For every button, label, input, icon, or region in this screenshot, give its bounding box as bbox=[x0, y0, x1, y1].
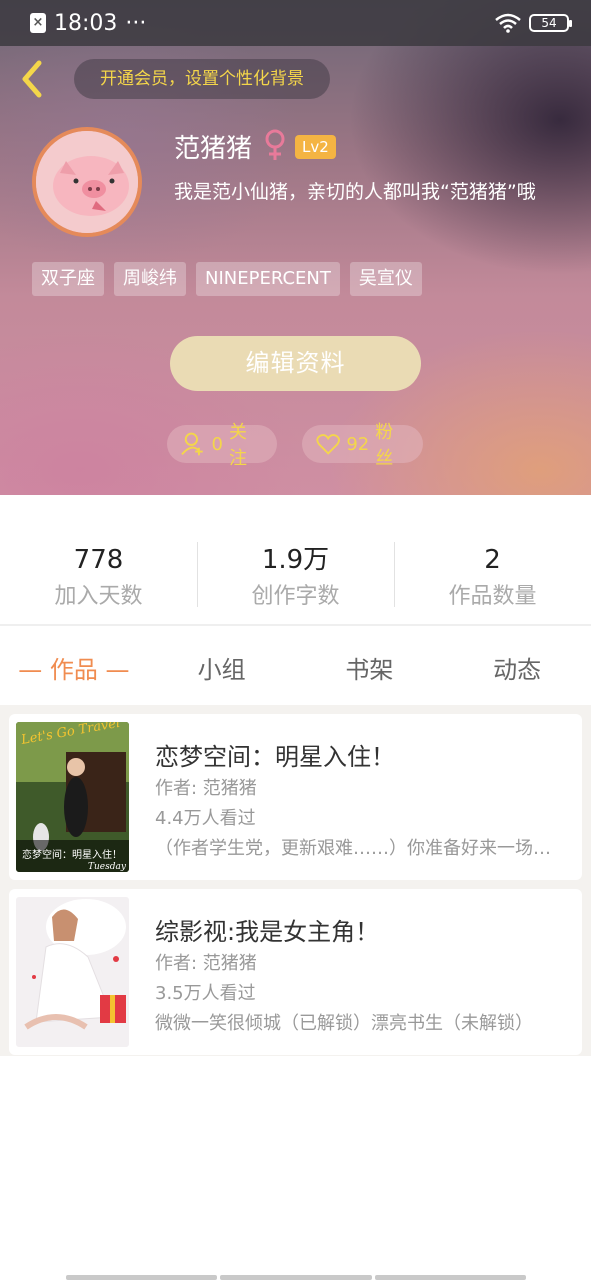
pig-avatar-icon bbox=[36, 131, 138, 233]
fans-button[interactable]: 92 粉丝 bbox=[302, 422, 423, 469]
work-author: 作者: 范猪猪 bbox=[155, 953, 257, 974]
user-bio: 我是范小仙猪，亲切的人都叫我“范猪猪”哦 bbox=[174, 181, 536, 203]
work-views: 4.4万人看过 bbox=[155, 808, 256, 829]
work-description: （作者学生党，更新艰难……）你准备好来一场恋梦之旅了吗？ bbox=[155, 838, 565, 859]
tab-works[interactable]: — 作品 — bbox=[0, 650, 148, 685]
following-count: 0 bbox=[211, 433, 223, 455]
book-cover bbox=[16, 897, 129, 1047]
tag-item[interactable]: 吴宣仪 bbox=[349, 262, 422, 296]
profile-header: × 18:03 ··· 54 开通会员，设置个性化背景 范猪猪 Lv2 我是范小… bbox=[0, 0, 591, 495]
vip-background-banner[interactable]: 开通会员，设置个性化背景 bbox=[74, 59, 330, 99]
stat-value: 778 bbox=[73, 545, 124, 575]
cover-image bbox=[16, 897, 129, 1047]
stat-works-count: 2 作品数量 bbox=[394, 530, 591, 620]
book-cover: Let's Go Travel 恋梦空间：明星入住！ Tuesday bbox=[16, 722, 129, 872]
tag-item[interactable]: 周峻纬 bbox=[114, 262, 186, 296]
list-item[interactable]: 综影视:我是女主角！ 作者: 范猪猪 3.5万人看过 微微一笑很倾城（已解锁）漂… bbox=[9, 889, 582, 1055]
stat-join-days: 778 加入天数 bbox=[0, 530, 197, 620]
following-label: 关注 bbox=[229, 422, 247, 469]
nav-segment[interactable] bbox=[66, 1275, 218, 1280]
battery-icon: 54 bbox=[529, 14, 572, 32]
cover-tag-text: Tuesday bbox=[88, 862, 127, 872]
work-title: 综影视:我是女主角！ bbox=[155, 918, 380, 946]
work-author: 作者: 范猪猪 bbox=[155, 778, 257, 799]
work-description: 微微一笑很倾城（已解锁）漂亮书生（未解锁） bbox=[155, 1013, 533, 1034]
nav-segment[interactable] bbox=[374, 1275, 526, 1280]
cover-title-text: 恋梦空间：明星入住！ bbox=[22, 848, 122, 861]
stat-value: 1.9万 bbox=[261, 545, 330, 575]
navigation-bar bbox=[66, 1275, 526, 1280]
fans-label: 粉丝 bbox=[375, 422, 394, 469]
tag-item[interactable]: NINEPERCENT bbox=[196, 262, 340, 296]
fans-count: 92 bbox=[346, 433, 370, 455]
edit-profile-button[interactable]: 编辑资料 bbox=[170, 336, 421, 391]
level-badge: Lv2 bbox=[295, 135, 336, 159]
interest-tags: 双子座 周峻纬 NINEPERCENT 吴宣仪 bbox=[32, 262, 422, 296]
username: 范猪猪 bbox=[174, 134, 253, 164]
tab-activity[interactable]: 动态 bbox=[443, 650, 591, 685]
back-button[interactable] bbox=[12, 56, 52, 102]
tag-item[interactable]: 双子座 bbox=[32, 262, 104, 296]
female-icon bbox=[265, 129, 285, 160]
nav-segment[interactable] bbox=[220, 1275, 372, 1280]
status-bar: × 18:03 ··· 54 bbox=[0, 0, 591, 46]
notification-icon: × bbox=[30, 13, 46, 33]
work-views: 3.5万人看过 bbox=[155, 983, 256, 1004]
divider bbox=[0, 624, 591, 626]
tab-groups[interactable]: 小组 bbox=[148, 650, 296, 685]
tab-bookshelf[interactable]: 书架 bbox=[296, 650, 444, 685]
stat-word-count: 1.9万 创作字数 bbox=[197, 530, 394, 620]
stat-value: 2 bbox=[484, 545, 501, 575]
profile-tabs: — 作品 — 小组 书架 动态 bbox=[0, 630, 591, 705]
user-plus-icon bbox=[181, 432, 203, 456]
chevron-left-icon bbox=[22, 60, 42, 98]
list-item[interactable]: Let's Go Travel 恋梦空间：明星入住！ Tuesday 恋梦空间：… bbox=[9, 714, 582, 880]
wifi-icon bbox=[495, 13, 521, 33]
cover-image: Let's Go Travel 恋梦空间：明星入住！ Tuesday bbox=[16, 722, 129, 872]
heart-icon bbox=[316, 434, 340, 455]
stat-label: 加入天数 bbox=[54, 584, 143, 609]
avatar[interactable] bbox=[32, 127, 142, 237]
status-time: 18:03 bbox=[54, 10, 118, 36]
work-title: 恋梦空间：明星入住！ bbox=[155, 743, 395, 771]
status-dots: ··· bbox=[125, 10, 147, 36]
following-button[interactable]: 0 关注 bbox=[167, 422, 277, 469]
stats-row: 778 加入天数 1.9万 创作字数 2 作品数量 bbox=[0, 530, 591, 620]
stat-label: 作品数量 bbox=[448, 584, 537, 609]
stat-label: 创作字数 bbox=[251, 584, 340, 609]
